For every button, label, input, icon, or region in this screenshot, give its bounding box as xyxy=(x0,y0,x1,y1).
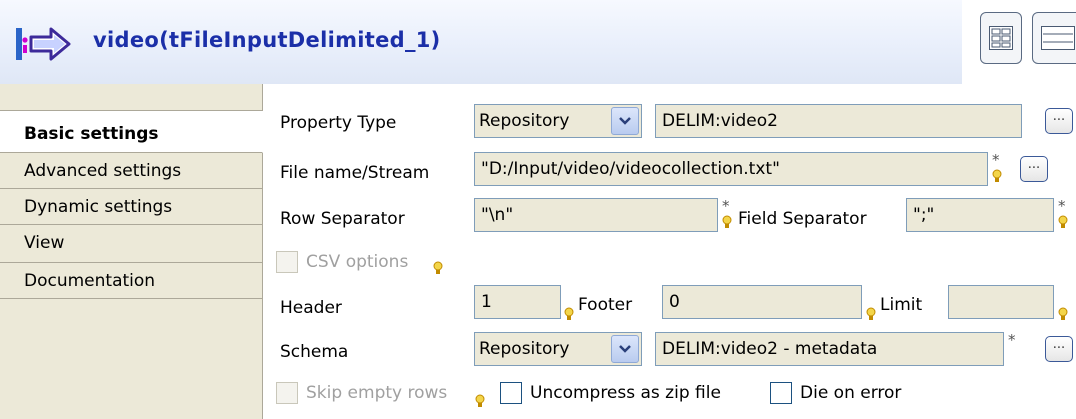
hint-bulb-icon xyxy=(433,260,443,274)
dropdown-arrow-icon[interactable] xyxy=(611,107,639,135)
component-header: video(tFileInputDelimited_1) xyxy=(0,0,962,85)
row-separator-label: Row Separator xyxy=(280,209,405,229)
hint-bulb-icon xyxy=(992,168,1002,182)
tab-blank xyxy=(0,84,262,111)
tab-basic-settings[interactable]: Basic settings xyxy=(0,111,263,153)
property-type-browse-button[interactable]: ... xyxy=(1045,108,1073,134)
tab-view[interactable]: View xyxy=(0,225,262,263)
schema-select[interactable]: Repository xyxy=(474,332,642,366)
schema-select-value: Repository xyxy=(479,339,570,359)
tab-label: Basic settings xyxy=(24,124,159,144)
limit-field[interactable] xyxy=(948,285,1054,319)
property-type-repository-field[interactable]: DELIM:video2 xyxy=(655,104,1022,138)
tab-label: Advanced settings xyxy=(24,161,182,181)
hint-bulb-icon xyxy=(1058,214,1068,228)
file-name-browse-button[interactable]: ... xyxy=(1020,156,1048,182)
hint-bulb-icon xyxy=(722,214,732,228)
required-marker: * xyxy=(992,151,1000,169)
uncompress-zip-checkbox[interactable] xyxy=(500,382,522,404)
component-icon xyxy=(14,26,78,62)
grid-view-button[interactable] xyxy=(980,12,1022,64)
footer-field[interactable]: 0 xyxy=(662,285,862,319)
csv-options-checkbox[interactable] xyxy=(276,251,298,273)
footer-label: Footer xyxy=(578,295,633,315)
hint-bulb-icon xyxy=(866,306,876,320)
tab-advanced-settings[interactable]: Advanced settings xyxy=(0,153,262,189)
die-on-error-label: Die on error xyxy=(800,383,902,403)
schema-repository-field[interactable]: DELIM:video2 - metadata xyxy=(655,332,1004,366)
tab-label: View xyxy=(24,233,65,253)
schema-edit-button[interactable]: ... xyxy=(1045,336,1073,362)
hint-bulb-icon xyxy=(475,393,485,407)
property-type-select[interactable]: Repository xyxy=(474,104,642,138)
hint-bulb-icon xyxy=(564,306,574,320)
component-title: video(tFileInputDelimited_1) xyxy=(93,28,441,52)
settings-sidebar: Basic settings Advanced settings Dynamic… xyxy=(0,84,263,419)
file-name-label: File name/Stream xyxy=(280,163,430,183)
header-label: Header xyxy=(280,298,342,318)
die-on-error-checkbox[interactable] xyxy=(770,382,792,404)
tab-label: Dynamic settings xyxy=(24,197,173,217)
skip-empty-rows-checkbox[interactable] xyxy=(276,382,298,404)
schema-label: Schema xyxy=(280,342,349,362)
field-separator-label: Field Separator xyxy=(738,209,867,229)
field-separator-field[interactable]: ";" xyxy=(906,198,1054,232)
property-type-label: Property Type xyxy=(280,113,397,133)
row-separator-field[interactable]: "\n" xyxy=(474,198,718,232)
header-field[interactable]: 1 xyxy=(474,285,561,319)
grid-view-icon xyxy=(989,26,1013,50)
uncompress-zip-label: Uncompress as zip file xyxy=(530,383,721,403)
required-marker: * xyxy=(722,197,730,215)
tab-documentation[interactable]: Documentation xyxy=(0,263,262,299)
property-type-select-value: Repository xyxy=(479,111,570,131)
dropdown-arrow-icon[interactable] xyxy=(611,335,639,363)
required-marker: * xyxy=(1058,197,1066,215)
limit-label: Limit xyxy=(880,295,923,315)
tab-label: Documentation xyxy=(24,271,156,291)
skip-empty-rows-label: Skip empty rows xyxy=(306,383,448,403)
tab-dynamic-settings[interactable]: Dynamic settings xyxy=(0,189,262,225)
file-name-field[interactable]: "D:/Input/video/videocollection.txt" xyxy=(474,152,988,186)
hint-bulb-icon xyxy=(1058,306,1068,320)
list-view-icon xyxy=(1041,26,1075,50)
csv-options-label: CSV options xyxy=(306,252,409,272)
list-view-button[interactable] xyxy=(1032,12,1076,64)
required-marker: * xyxy=(1008,331,1016,349)
